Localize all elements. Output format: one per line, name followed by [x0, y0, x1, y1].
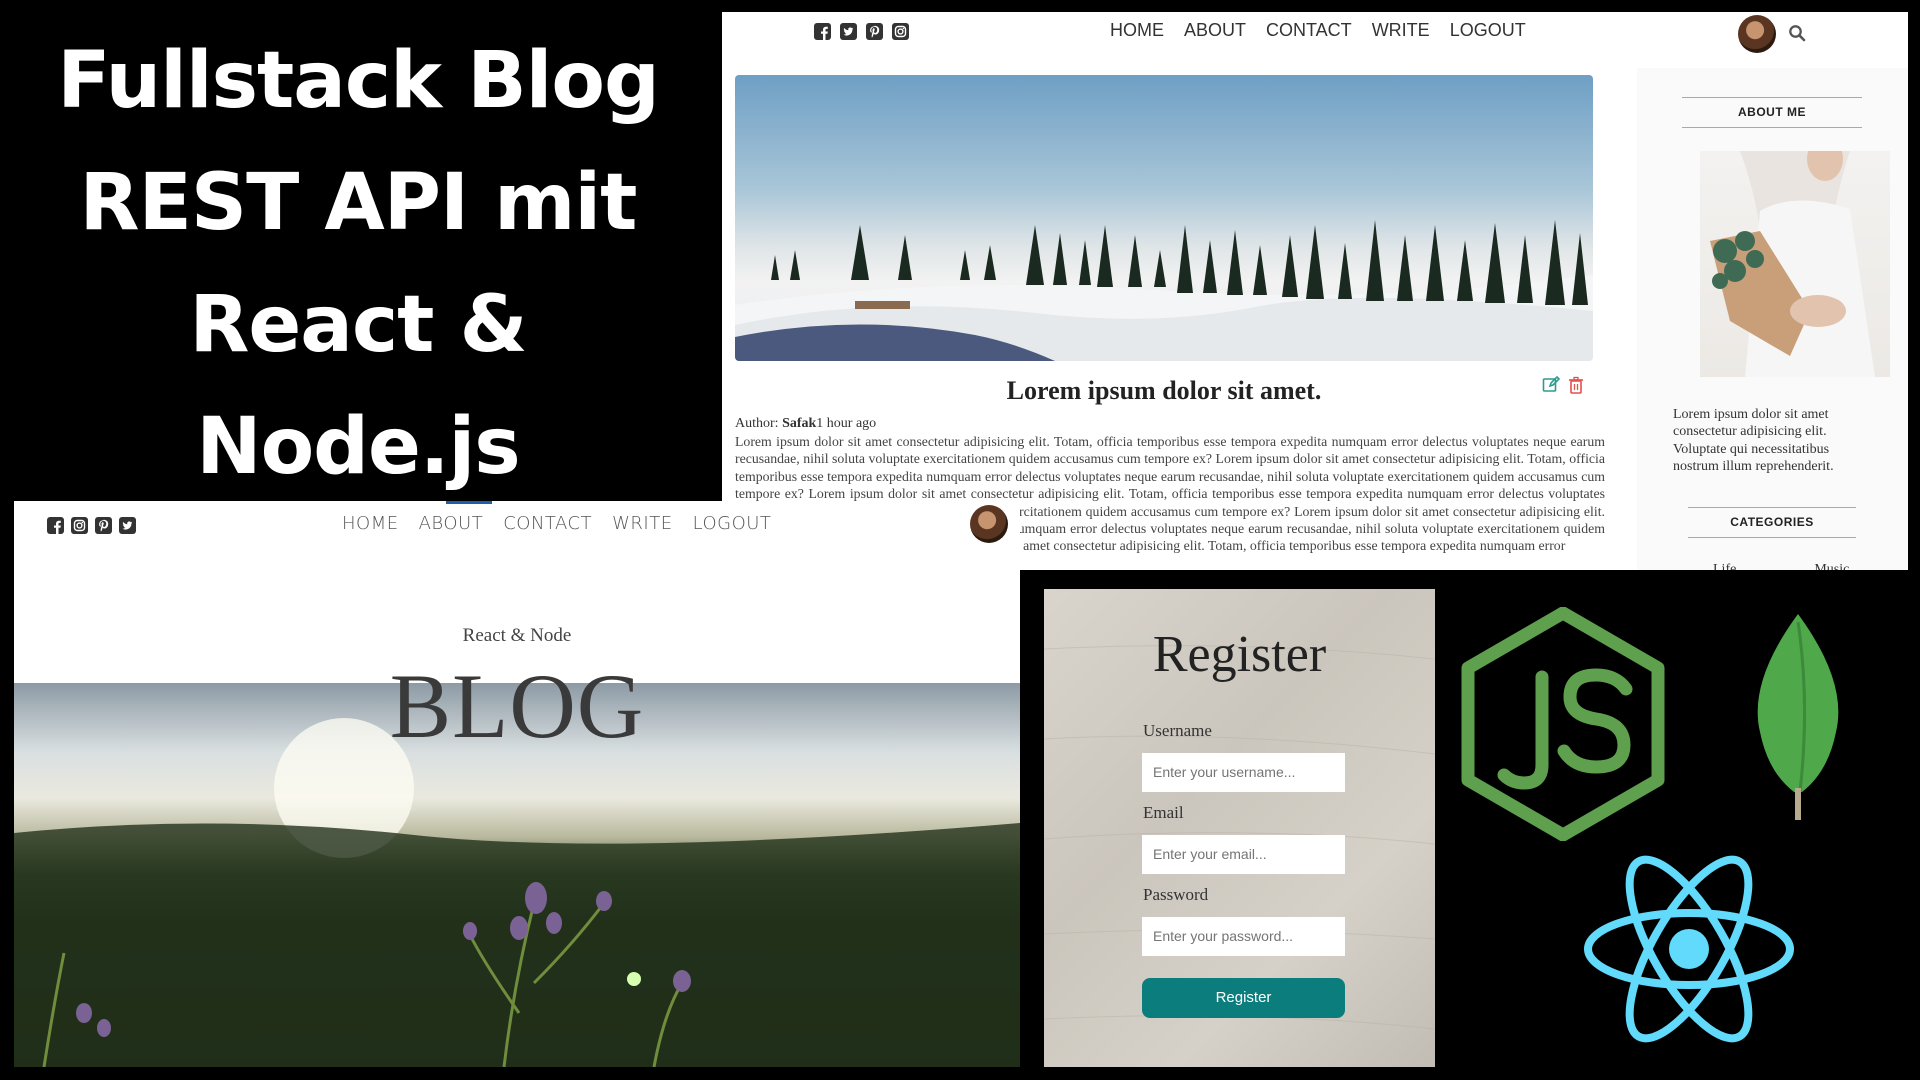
- single-post-screenshot: HOME ABOUT CONTACT WRITE LOGOUT Lorem ip…: [722, 12, 1908, 570]
- post-time: 1 hour ago: [816, 416, 877, 431]
- category-list: Life Music: [1713, 562, 1849, 570]
- headline-line-2: REST API mit: [79, 158, 638, 248]
- about-image: [1700, 151, 1890, 377]
- avatar[interactable]: [970, 505, 1008, 543]
- avatar[interactable]: [1738, 15, 1776, 53]
- mongodb-leaf-icon: [1757, 614, 1839, 820]
- nav-about[interactable]: ABOUT: [1184, 20, 1246, 41]
- nav-logout[interactable]: LOGOUT: [693, 513, 772, 534]
- nav-contact[interactable]: CONTACT: [503, 513, 592, 534]
- register-button[interactable]: Register: [1142, 978, 1345, 1018]
- hero-subtitle: React & Node: [462, 625, 572, 646]
- register-screenshot: Register Username Email Password Registe…: [1044, 589, 1435, 1067]
- categories-title: CATEGORIES: [1688, 507, 1856, 538]
- twitter-icon[interactable]: [119, 517, 136, 534]
- instagram-icon[interactable]: [892, 23, 909, 40]
- username-input[interactable]: [1142, 753, 1345, 792]
- sidebar: ABOUT ME Lorem ipsum dolor sit amet cons…: [1637, 68, 1908, 570]
- pinterest-icon[interactable]: [95, 517, 112, 534]
- hero-title: BLOG: [389, 655, 645, 757]
- nav-about[interactable]: ABOUT: [419, 513, 484, 534]
- email-label: Email: [1143, 803, 1184, 822]
- username-label: Username: [1143, 721, 1212, 740]
- about-text: Lorem ipsum dolor sit amet consectetur a…: [1673, 407, 1834, 475]
- facebook-icon[interactable]: [47, 517, 64, 534]
- social-icons: [47, 517, 136, 534]
- top-nav: HOME ABOUT CONTACT WRITE LOGOUT: [1110, 20, 1526, 41]
- category-life[interactable]: Life: [1713, 562, 1736, 570]
- nav-home[interactable]: HOME: [342, 513, 399, 534]
- pinterest-icon[interactable]: [866, 23, 883, 40]
- nav-hover-marker: [446, 501, 492, 504]
- post-image: [735, 75, 1593, 361]
- category-music[interactable]: Music: [1814, 562, 1849, 570]
- edit-icon[interactable]: [1542, 376, 1560, 394]
- nodejs-logo-icon: [1461, 607, 1665, 841]
- twitter-icon[interactable]: [840, 23, 857, 40]
- email-input[interactable]: [1142, 835, 1345, 874]
- headline-line-3: React &: [189, 280, 527, 370]
- author-label: Author:: [735, 416, 783, 431]
- top-nav: HOME ABOUT CONTACT WRITE LOGOUT: [342, 513, 771, 534]
- trash-icon[interactable]: [1568, 376, 1584, 394]
- nav-contact[interactable]: CONTACT: [1266, 20, 1352, 41]
- react-logo-icon: [1584, 855, 1794, 1043]
- nav-home[interactable]: HOME: [1110, 20, 1164, 41]
- register-title: Register: [1152, 626, 1327, 683]
- author-name[interactable]: Safak: [782, 416, 816, 431]
- facebook-icon[interactable]: [814, 23, 831, 40]
- post-meta: Author: Safak1 hour ago: [735, 416, 876, 432]
- headline-line-4: Node.js: [196, 402, 520, 492]
- about-me-title: ABOUT ME: [1682, 97, 1862, 128]
- social-icons: [814, 23, 909, 40]
- nav-write[interactable]: WRITE: [612, 513, 672, 534]
- nav-write[interactable]: WRITE: [1372, 20, 1430, 41]
- headline: Fullstack Blog REST API mit React & Node…: [0, 20, 716, 508]
- search-icon[interactable]: [1788, 24, 1806, 42]
- topbar: HOME ABOUT CONTACT WRITE LOGOUT: [722, 12, 1908, 68]
- nav-logout[interactable]: LOGOUT: [1450, 20, 1526, 41]
- headline-line-1: Fullstack Blog: [57, 36, 660, 126]
- instagram-icon[interactable]: [71, 517, 88, 534]
- post-title: Lorem ipsum dolor sit amet.: [1006, 376, 1322, 405]
- password-label: Password: [1143, 885, 1209, 904]
- password-input[interactable]: [1142, 917, 1345, 956]
- home-screenshot: HOME ABOUT CONTACT WRITE LOGOUT React & …: [14, 501, 1020, 1067]
